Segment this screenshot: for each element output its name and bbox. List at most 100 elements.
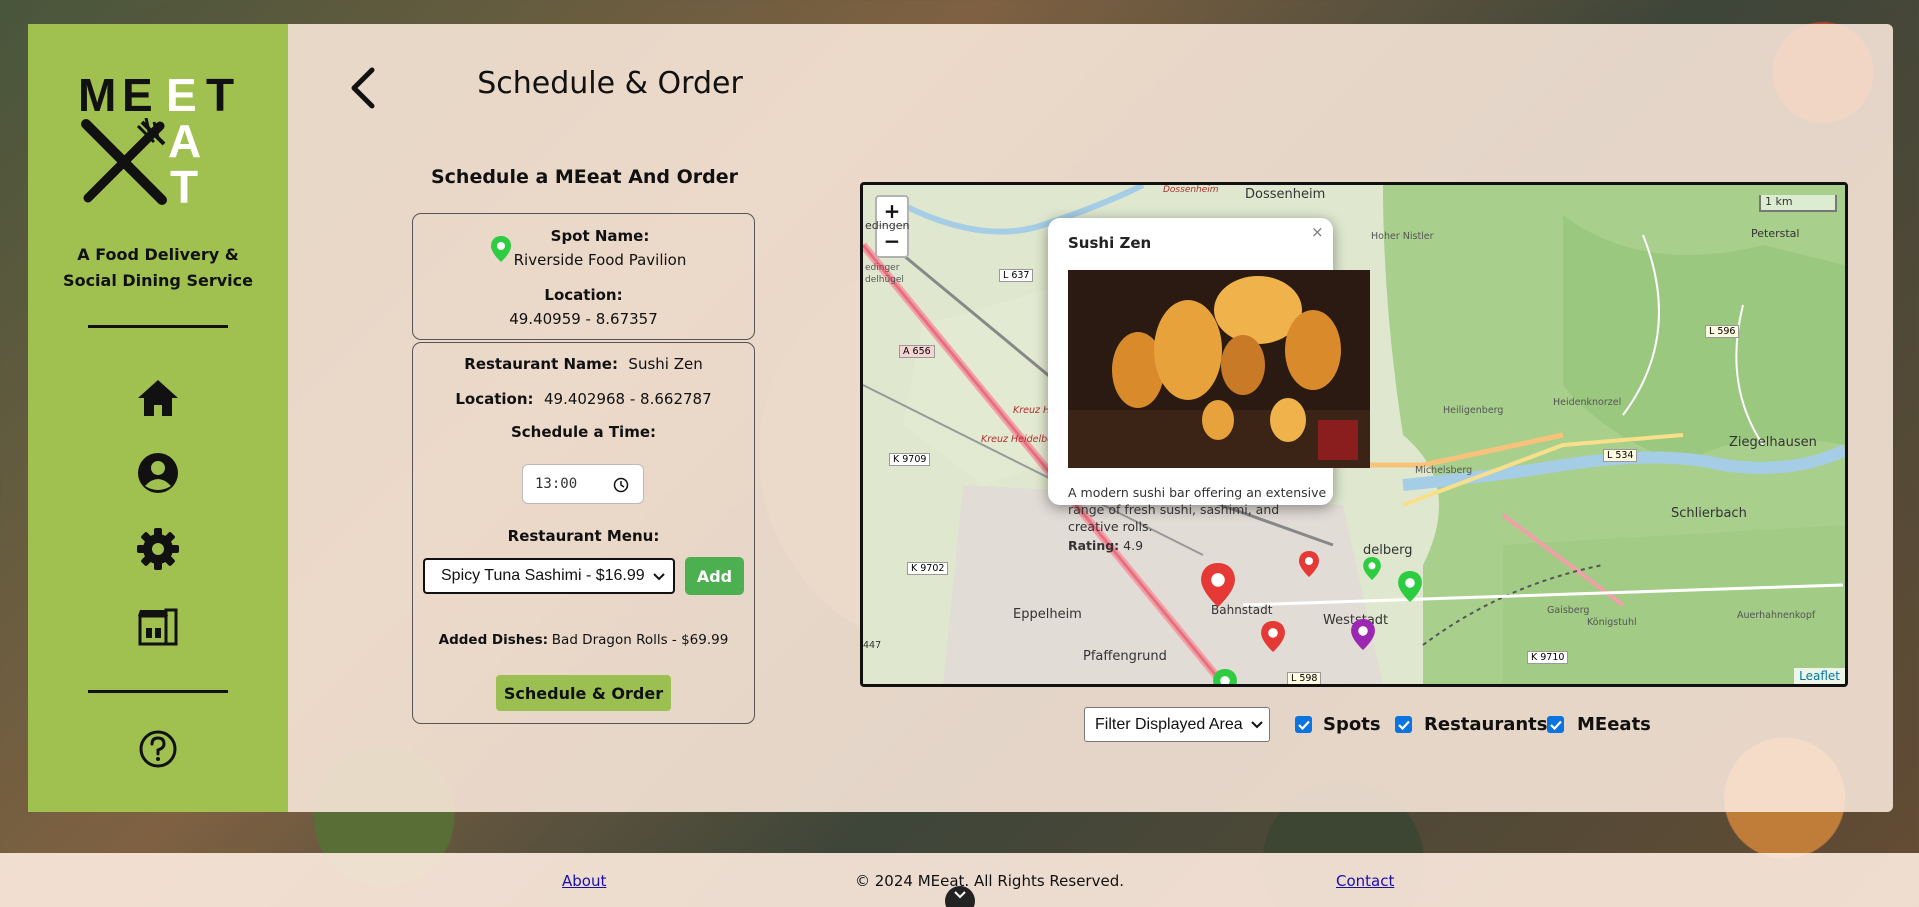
popup-description: A modern sushi bar offering an extensive… (1068, 485, 1327, 534)
added-dishes: Added Dishes: Bad Dragon Rolls - $69.99 (412, 632, 755, 648)
area-filter-value: Filter Displayed Area (1095, 715, 1243, 733)
popup-close-button[interactable]: × (1311, 223, 1324, 241)
map-popup: Sushi Zen × A modern sushi bar offering … (1048, 218, 1370, 553)
place-label: Dossenheim (1245, 187, 1326, 202)
restaurant-name-value: Sushi Zen (628, 355, 703, 373)
spot-marker[interactable] (1398, 571, 1422, 602)
logo-letter-e: E (122, 69, 153, 121)
added-dishes-value: Bad Dragon Rolls - $69.99 (551, 632, 729, 648)
restaurant-name-row: Restaurant Name: Sushi Zen (412, 355, 755, 374)
restaurant-marker[interactable] (1299, 551, 1319, 577)
road-label: K 9710 (1527, 651, 1569, 664)
contact-link[interactable]: Contact (1336, 872, 1394, 890)
sidebar-item-profile[interactable] (132, 447, 184, 499)
spots-label: Spots (1323, 714, 1381, 735)
schedule-order-button[interactable]: Schedule & Order (496, 675, 671, 711)
place-label: Pfaffengrund (1083, 649, 1167, 664)
road-label: L 598 (1287, 672, 1322, 684)
road-label: K 9709 (889, 453, 931, 466)
about-link[interactable]: About (562, 872, 606, 890)
tagline: A Food Delivery & Social Dining Service (28, 242, 288, 294)
back-button[interactable] (346, 66, 382, 110)
sidebar-divider-top (88, 325, 228, 328)
restaurant-location-label: Location: (455, 390, 534, 408)
menu-select[interactable]: Spicy Tuna Sashimi - $16.99 (423, 558, 675, 594)
spot-location-value: 49.40959 - 8.67357 (509, 310, 658, 328)
popup-rating: Rating: 4.9 (1068, 538, 1143, 553)
time-input[interactable]: 13:00 (522, 464, 644, 504)
place-label: edingen (865, 219, 910, 232)
sidebar-item-help[interactable] (132, 723, 184, 775)
restaurant-marker[interactable] (1261, 621, 1285, 652)
logo-letter-e2: E (166, 69, 197, 121)
chevron-down-icon (954, 891, 966, 899)
place-label: Auerhahnenkopf (1737, 610, 1816, 621)
chevron-left-icon (351, 67, 375, 109)
sidebar-item-settings[interactable] (132, 523, 184, 575)
lanterns-photo (1068, 270, 1370, 468)
popup-rating-value: 4.9 (1123, 538, 1144, 553)
section-title: Schedule a MEeat And Order (430, 166, 739, 188)
store-icon (138, 608, 178, 646)
tagline-line1: A Food Delivery & (77, 245, 239, 264)
check-icon (1297, 720, 1310, 730)
gear-icon (137, 528, 179, 570)
road-label: 447 (863, 640, 882, 651)
time-value: 13:00 (535, 476, 578, 492)
popup-rating-label: Rating: (1068, 538, 1120, 553)
place-label: Gaisberg (1547, 605, 1590, 616)
chevron-down-icon (1251, 721, 1263, 729)
logo: M E E T A T (78, 69, 238, 210)
logo-letter-t2: T (170, 161, 199, 213)
chevron-down-icon (653, 573, 665, 581)
meeats-label: MEeats (1577, 714, 1651, 735)
place-label: edinger (865, 263, 900, 273)
place-label: Ziegelhausen (1729, 435, 1817, 450)
logo-letter-a: A (168, 115, 202, 167)
added-dishes-label: Added Dishes: (438, 632, 549, 648)
restaurant-marker[interactable] (1201, 563, 1235, 607)
road-label: L 596 (1705, 325, 1740, 338)
map[interactable]: + − Dossenheim Peterstal Ziegelhausen Sc… (860, 182, 1848, 687)
road-label: L 637 (999, 269, 1034, 282)
home-icon (138, 380, 178, 416)
check-icon (1549, 720, 1562, 730)
popup-title: Sushi Zen (1068, 234, 1152, 252)
restaurants-label: Restaurants (1424, 714, 1548, 735)
place-label: Schlierbach (1671, 506, 1747, 521)
spot-marker[interactable] (1363, 557, 1381, 580)
spot-name-value: Riverside Food Pavilion (513, 251, 687, 269)
help-icon (139, 730, 177, 768)
add-dish-button[interactable]: Add (685, 557, 744, 595)
clock-icon[interactable] (613, 477, 629, 493)
tagline-line2: Social Dining Service (63, 271, 253, 290)
logo-letter-t: T (206, 69, 235, 121)
map-attribution-link[interactable]: Leaflet (1794, 668, 1845, 684)
page-title: Schedule & Order (477, 66, 743, 101)
road-label: A 656 (899, 345, 935, 358)
area-filter-select[interactable]: Filter Displayed Area (1084, 707, 1270, 742)
restaurant-photo (1068, 270, 1370, 468)
meeat-marker[interactable] (1351, 619, 1375, 650)
user-circle-icon (138, 453, 178, 493)
place-label: Eppelheim (1013, 607, 1082, 622)
spot-location-label: Location: (544, 286, 623, 304)
logo-letter-m: M (78, 69, 117, 121)
spot-marker[interactable] (1213, 669, 1237, 687)
sidebar-item-home[interactable] (132, 372, 184, 424)
schedule-time-label: Schedule a Time: (510, 423, 657, 441)
sidebar-item-orders[interactable] (132, 600, 184, 652)
restaurant-menu-label: Restaurant Menu: (507, 527, 660, 545)
spots-checkbox[interactable] (1295, 716, 1312, 733)
road-label: K 9702 (907, 562, 949, 575)
sidebar-divider-bottom (88, 690, 228, 693)
copyright-text: © 2024 MEeat. All Rights Reserved. (855, 872, 1124, 890)
meeats-checkbox[interactable] (1547, 716, 1564, 733)
restaurants-checkbox[interactable] (1395, 716, 1412, 733)
place-label: Peterstal (1751, 227, 1800, 240)
map-scale: 1 km (1759, 195, 1837, 212)
place-label: delhügel (865, 275, 904, 285)
check-icon (1397, 720, 1410, 730)
menu-selected-value: Spicy Tuna Sashimi - $16.99 (441, 567, 645, 584)
place-label: delberg (1363, 543, 1413, 558)
